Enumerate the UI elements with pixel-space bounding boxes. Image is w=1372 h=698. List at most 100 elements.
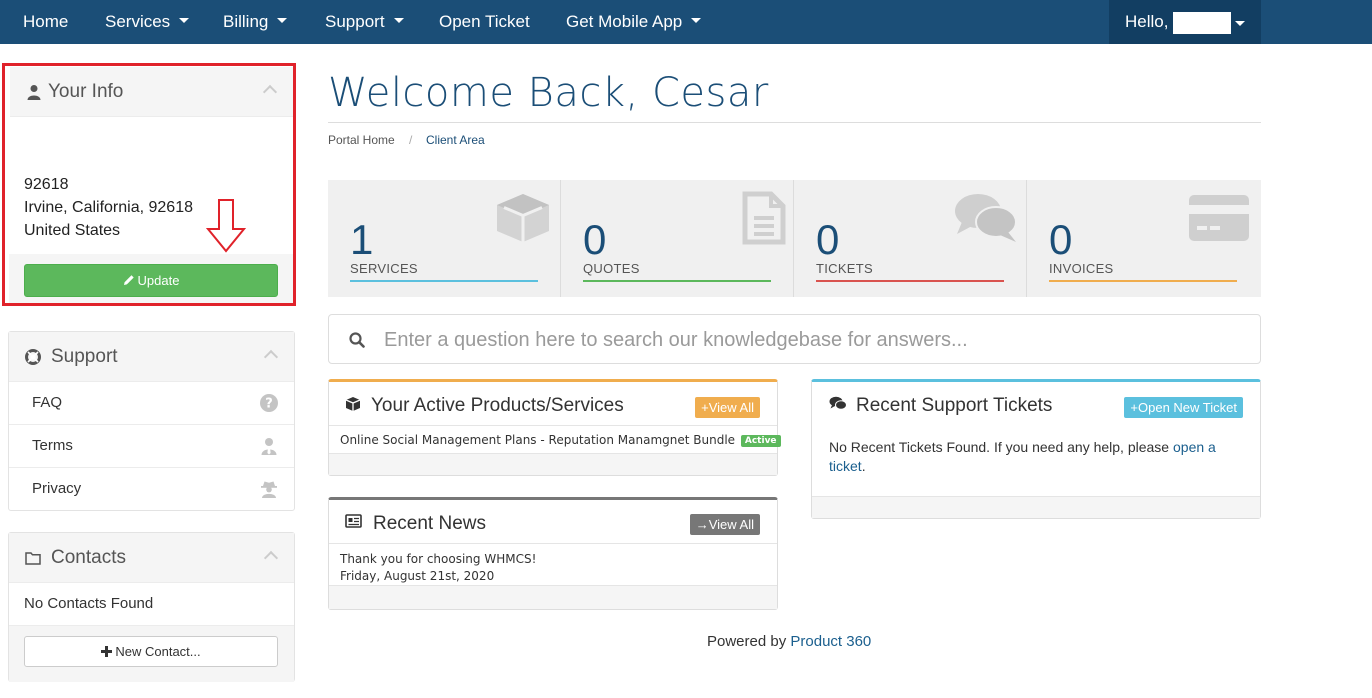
plus-icon <box>101 646 113 657</box>
new-contact-label: New Contact... <box>115 644 201 659</box>
status-badge: Active <box>740 435 781 447</box>
open-ticket-link-cont[interactable]: ticket <box>829 458 862 474</box>
chevron-up-icon[interactable] <box>263 550 279 566</box>
powered-by-text: Powered by <box>707 633 787 650</box>
support-tickets-card: Recent Support Tickets +Open New Ticket … <box>811 379 1261 519</box>
contacts-title: Contacts <box>51 547 126 568</box>
news-view-all-label: View All <box>708 517 754 532</box>
support-header[interactable]: Support <box>9 332 294 382</box>
tickets-bar <box>816 280 1004 282</box>
tickets-header: Recent Support Tickets +Open New Ticket <box>812 382 1260 426</box>
news-header: Recent News →View All <box>329 500 777 544</box>
search-input[interactable] <box>384 325 1244 355</box>
chevron-down-icon <box>1235 21 1245 26</box>
tile-invoices[interactable]: 0 INVOICES <box>1027 180 1261 297</box>
open-ticket-link[interactable]: open a <box>1173 439 1216 455</box>
products-view-all-label: View All <box>708 400 754 415</box>
privacy-label: Privacy <box>32 480 82 497</box>
life-ring-icon <box>25 349 41 365</box>
news-date: Friday, August 21st, 2020 <box>340 569 495 583</box>
page-title: Welcome Back, Cesar <box>328 70 769 116</box>
knowledgebase-search <box>328 314 1261 364</box>
nav-home-label: Home <box>23 12 69 31</box>
brand-link[interactable]: Product 360 <box>790 633 871 650</box>
question-circle-icon: ? <box>260 394 278 412</box>
breadcrumb-separator: / <box>409 133 413 147</box>
news-footer <box>329 585 777 609</box>
nav-mobile-app-label: Get Mobile App <box>566 12 683 31</box>
tile-quotes[interactable]: 0 QUOTES <box>561 180 794 297</box>
svg-text:?: ? <box>265 397 273 412</box>
chevron-down-icon <box>691 18 702 24</box>
nav-open-ticket[interactable]: Open Ticket <box>439 0 530 44</box>
chevron-down-icon <box>393 18 404 24</box>
tickets-empty-message: No Recent Tickets Found. If you need any… <box>829 438 1239 476</box>
invoices-bar <box>1049 280 1237 282</box>
nav-get-mobile-app[interactable]: Get Mobile App <box>566 0 702 44</box>
services-label: SERVICES <box>350 261 418 276</box>
user-tie-icon <box>261 438 277 455</box>
nav-services[interactable]: Services <box>105 0 190 44</box>
tickets-footer <box>812 496 1260 518</box>
chevron-down-icon <box>179 18 190 24</box>
news-card: Recent News →View All Thank you for choo… <box>328 497 778 610</box>
hello-label: Hello, <box>1125 12 1169 31</box>
tickets-title: Recent Support Tickets <box>856 395 1053 416</box>
sidebar-item-terms[interactable]: Terms <box>9 424 294 466</box>
news-view-all-button[interactable]: →View All <box>689 514 760 535</box>
comments-icon <box>829 396 847 410</box>
file-text-icon <box>742 191 786 245</box>
title-divider <box>328 122 1261 123</box>
new-contact-button[interactable]: New Contact... <box>24 636 278 667</box>
tile-tickets[interactable]: 0 TICKETS <box>794 180 1027 297</box>
tile-services[interactable]: 1 SERVICES <box>328 180 561 297</box>
invoices-label: INVOICES <box>1049 261 1114 276</box>
open-new-ticket-label: Open New Ticket <box>1138 400 1237 415</box>
invoices-count: 0 <box>1049 216 1073 263</box>
sidebar-item-faq[interactable]: FAQ ? <box>9 382 294 424</box>
highlight-box <box>2 63 296 306</box>
nav-home[interactable]: Home <box>23 0 68 44</box>
products-header: Your Active Products/Services +View All <box>329 382 777 426</box>
products-view-all-button[interactable]: +View All <box>695 397 760 418</box>
nav-services-label: Services <box>105 12 171 31</box>
quotes-bar <box>583 280 771 282</box>
comments-icon <box>955 194 1017 242</box>
open-new-ticket-button[interactable]: +Open New Ticket <box>1124 397 1243 418</box>
nav-billing[interactable]: Billing <box>223 0 288 44</box>
stats-tiles: 1 SERVICES 0 QUOTES 0 TICKETS 0 INVOICES <box>328 180 1261 297</box>
quotes-label: QUOTES <box>583 261 640 276</box>
products-card: Your Active Products/Services +View All … <box>328 379 781 476</box>
products-footer <box>329 453 777 475</box>
services-count: 1 <box>350 216 374 263</box>
folder-icon <box>25 552 41 565</box>
support-title: Support <box>51 346 118 367</box>
redacted-username <box>1173 12 1231 34</box>
contacts-header[interactable]: Contacts <box>9 533 294 583</box>
news-headline: Thank you for choosing WHMCS! <box>340 552 537 566</box>
credit-card-icon <box>1189 195 1249 241</box>
breadcrumb-current: Client Area <box>426 133 485 147</box>
product-item[interactable]: Online Social Management Plans - Reputat… <box>340 433 781 447</box>
account-menu[interactable]: Hello, <box>1109 0 1261 44</box>
nav-open-ticket-label: Open Ticket <box>439 12 530 31</box>
chevron-up-icon[interactable] <box>263 349 279 365</box>
news-item[interactable]: Thank you for choosing WHMCS! Friday, Au… <box>340 551 536 585</box>
cube-icon <box>497 194 549 242</box>
nav-billing-label: Billing <box>223 12 269 31</box>
nav-support-label: Support <box>325 12 385 31</box>
sidebar-item-privacy[interactable]: Privacy <box>9 467 294 509</box>
tickets-period: . <box>861 458 866 474</box>
top-navbar: Home Services Billing Support Open Ticke… <box>0 0 1372 44</box>
quotes-count: 0 <box>583 216 607 263</box>
plus-icon: + <box>1130 400 1138 415</box>
chevron-down-icon <box>277 18 288 24</box>
arrow-right-icon: → <box>695 517 709 532</box>
no-contacts-text: No Contacts Found <box>24 595 154 612</box>
user-secret-icon <box>261 481 277 498</box>
footer-powered-by: Powered by Product 360 <box>707 633 871 650</box>
nav-support[interactable]: Support <box>325 0 404 44</box>
tickets-count: 0 <box>816 216 840 263</box>
news-title: Recent News <box>373 513 486 534</box>
breadcrumb-home[interactable]: Portal Home <box>328 133 395 147</box>
